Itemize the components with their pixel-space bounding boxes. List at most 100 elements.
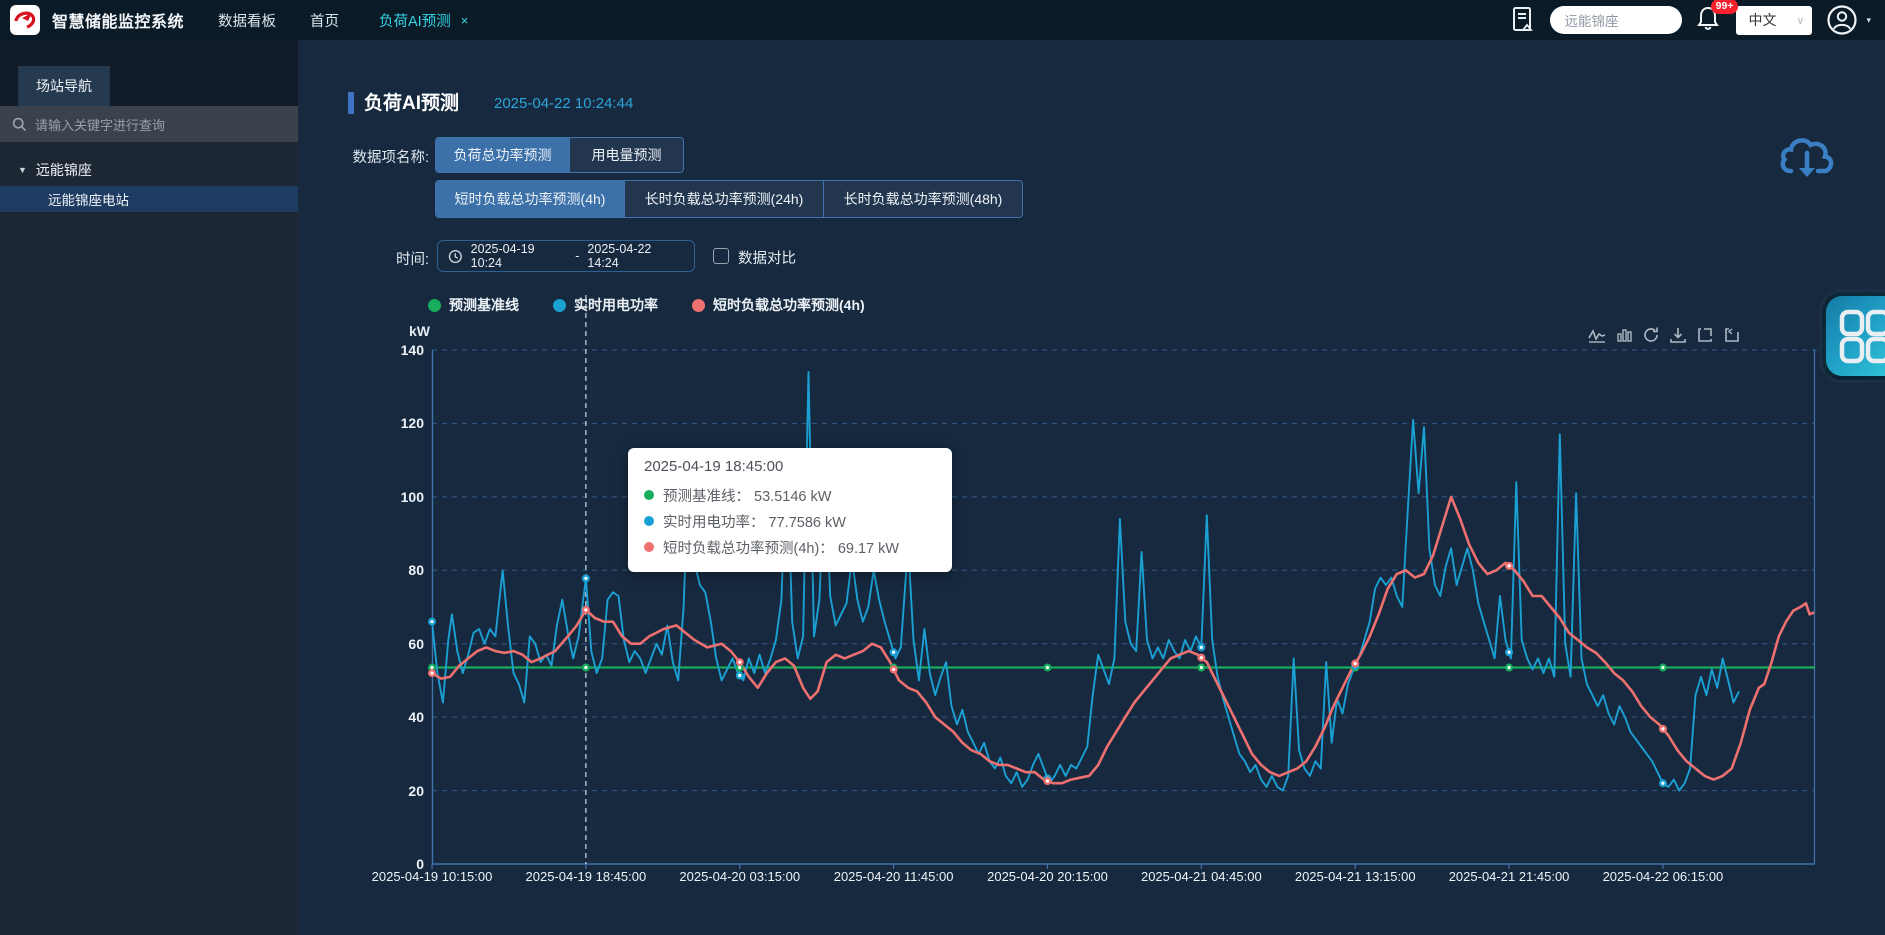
topbar: 智慧储能监控系统 数据看板 首页 负荷AI预测 × 远能锦座 99+ 中文 ∨ [0,0,1885,40]
tooltip-row-baseline: 预测基准线： 53.5146 kW [644,482,936,508]
tab-short-term-4h[interactable]: 短时负载总功率预测(4h) [436,181,624,217]
page-timestamp: 2025-04-22 10:24:44 [494,95,633,112]
tooltip-row-realtime: 实时用电功率： 77.7586 kW [644,508,936,534]
sidebar-tab-station-nav[interactable]: 场站导航 [18,66,110,106]
refresh-icon[interactable] [1642,326,1660,344]
clock-icon [448,249,463,264]
x-axis-labels: 2025-04-19 10:15:002025-04-19 18:45:0020… [432,869,1815,887]
tab-close-icon[interactable]: × [461,13,469,28]
x-tick-label: 2025-04-19 18:45:00 [526,869,647,884]
grid-squares-icon [1839,308,1885,364]
tooltip-dot [644,542,654,552]
time-label: 时间: [385,248,429,269]
time-start-value[interactable]: 2025-04-19 10:24 [471,242,568,270]
bar-chart-icon[interactable] [1615,326,1633,344]
y-tick-label: 60 [382,636,424,652]
time-range-separator: - [575,249,579,263]
x-tick-label: 2025-04-22 06:15:00 [1603,869,1724,884]
download-icon[interactable] [1669,326,1687,344]
nav-item-dashboard[interactable]: 数据看板 [218,10,276,31]
legend-dot-realtime [553,299,566,312]
tab-long-term-48h[interactable]: 长时负载总功率预测(48h) [823,181,1022,217]
sidebar-search-placeholder: 请输入关键字进行查询 [35,115,165,134]
app-title: 智慧储能监控系统 [52,8,184,32]
chart-toolbar [1588,326,1741,344]
export-cloud-download-button[interactable] [1777,131,1837,190]
legend-label: 预测基准线 [449,295,519,315]
sidebar-header: 场站导航 [0,40,298,106]
x-tick-label: 2025-04-20 20:15:00 [987,869,1108,884]
report-search-icon[interactable] [1510,5,1536,35]
tooltip-row-forecast: 短时负载总功率预测(4h)： 69.17 kW [644,534,936,560]
tooltip-dot [644,490,654,500]
y-tick-label: 100 [382,489,424,505]
line-chart-icon[interactable] [1588,326,1606,344]
legend-dot-forecast [692,299,705,312]
legend-item-baseline[interactable]: 预测基准线 [428,295,519,315]
notification-count-badge: 99+ [1711,0,1739,14]
station-search-input[interactable]: 远能锦座 [1550,6,1682,34]
y-tick-label: 40 [382,709,424,725]
sidebar-search-input[interactable]: 请输入关键字进行查询 [0,106,298,142]
y-tick-label: 80 [382,562,424,578]
legend-label: 实时用电功率 [574,295,658,315]
data-compare-checkbox[interactable] [713,248,729,264]
button-load-power-forecast[interactable]: 负荷总功率预测 [436,138,569,172]
x-tick-label: 2025-04-21 21:45:00 [1449,869,1570,884]
topbar-right-group: 远能锦座 99+ 中文 ∨ ▾ [1510,4,1871,36]
legend-item-forecast-4h[interactable]: 短时负载总功率预测(4h) [692,295,865,315]
button-energy-forecast[interactable]: 用电量预测 [569,138,683,172]
time-range-picker[interactable]: 2025-04-19 10:24 - 2025-04-22 14:24 [437,240,695,272]
language-select[interactable]: 中文 ∨ [1736,6,1812,35]
logo-swoosh-icon [13,8,37,32]
x-tick-label: 2025-04-21 13:15:00 [1295,869,1416,884]
data-item-group: 负荷总功率预测 用电量预测 [435,137,684,173]
app-logo [10,5,40,35]
caret-down-icon[interactable]: ▼ [18,165,27,175]
tab-label[interactable]: 负荷AI预测 [379,10,451,31]
nav-item-home[interactable]: 首页 [310,10,339,31]
x-tick-label: 2025-04-20 11:45:00 [834,869,954,884]
tree-node-station-selected[interactable]: 远能锦座电站 [0,186,298,212]
tooltip-value: 77.7586 kW [769,515,846,531]
zoom-reset-icon[interactable] [1723,326,1741,344]
chart-canvas [432,350,1815,864]
data-item-label: 数据项名称: [325,146,429,167]
station-search-value: 远能锦座 [1564,10,1618,30]
tooltip-label: 实时用电功率： [663,515,765,531]
y-tick-label: 120 [382,415,424,431]
chart-tooltip: 2025-04-19 18:45:00 预测基准线： 53.5146 kW 实时… [628,448,952,572]
open-tab-load-ai[interactable]: 负荷AI预测 × [379,10,468,31]
tooltip-label: 预测基准线： [663,489,750,505]
tooltip-timestamp: 2025-04-19 18:45:00 [644,458,936,475]
y-axis-labels: 020406080100120140 [382,350,424,864]
notification-bell[interactable]: 99+ [1696,5,1722,35]
quick-panel-button[interactable] [1822,292,1885,380]
series-实时用电功率 [432,372,1739,791]
legend-label: 短时负载总功率预测(4h) [713,295,865,315]
page-title: 负荷AI预测 [364,88,459,115]
y-axis-unit: kW [398,323,430,339]
tab-long-term-24h[interactable]: 长时负载总功率预测(24h) [624,181,823,217]
legend-item-realtime[interactable]: 实时用电功率 [553,295,658,315]
legend-dot-baseline [428,299,441,312]
title-accent-bar [348,92,354,114]
user-menu-caret-icon[interactable]: ▾ [1866,15,1871,26]
y-tick-label: 20 [382,783,424,799]
tree-node-root[interactable]: ▼ 远能锦座 [0,154,298,186]
chart-legend: 预测基准线 实时用电功率 短时负载总功率预测(4h) [428,295,865,315]
y-tick-label: 140 [382,342,424,358]
tooltip-value: 69.17 kW [838,541,899,557]
x-tick-label: 2025-04-19 10:15:00 [372,869,493,884]
time-end-value[interactable]: 2025-04-22 14:24 [587,242,684,270]
chart-plot-area[interactable] [432,350,1815,864]
tooltip-value: 53.5146 kW [754,489,831,505]
tooltip-dot [644,516,654,526]
zoom-select-icon[interactable] [1696,326,1714,344]
x-tick-label: 2025-04-20 03:15:00 [679,869,800,884]
tree-root-label: 远能锦座 [36,160,92,180]
data-compare-label[interactable]: 数据对比 [738,247,796,268]
x-tick-label: 2025-04-21 04:45:00 [1141,869,1262,884]
station-tree: ▼ 远能锦座 远能锦座电站 [0,142,298,212]
user-avatar-icon[interactable] [1826,4,1858,36]
